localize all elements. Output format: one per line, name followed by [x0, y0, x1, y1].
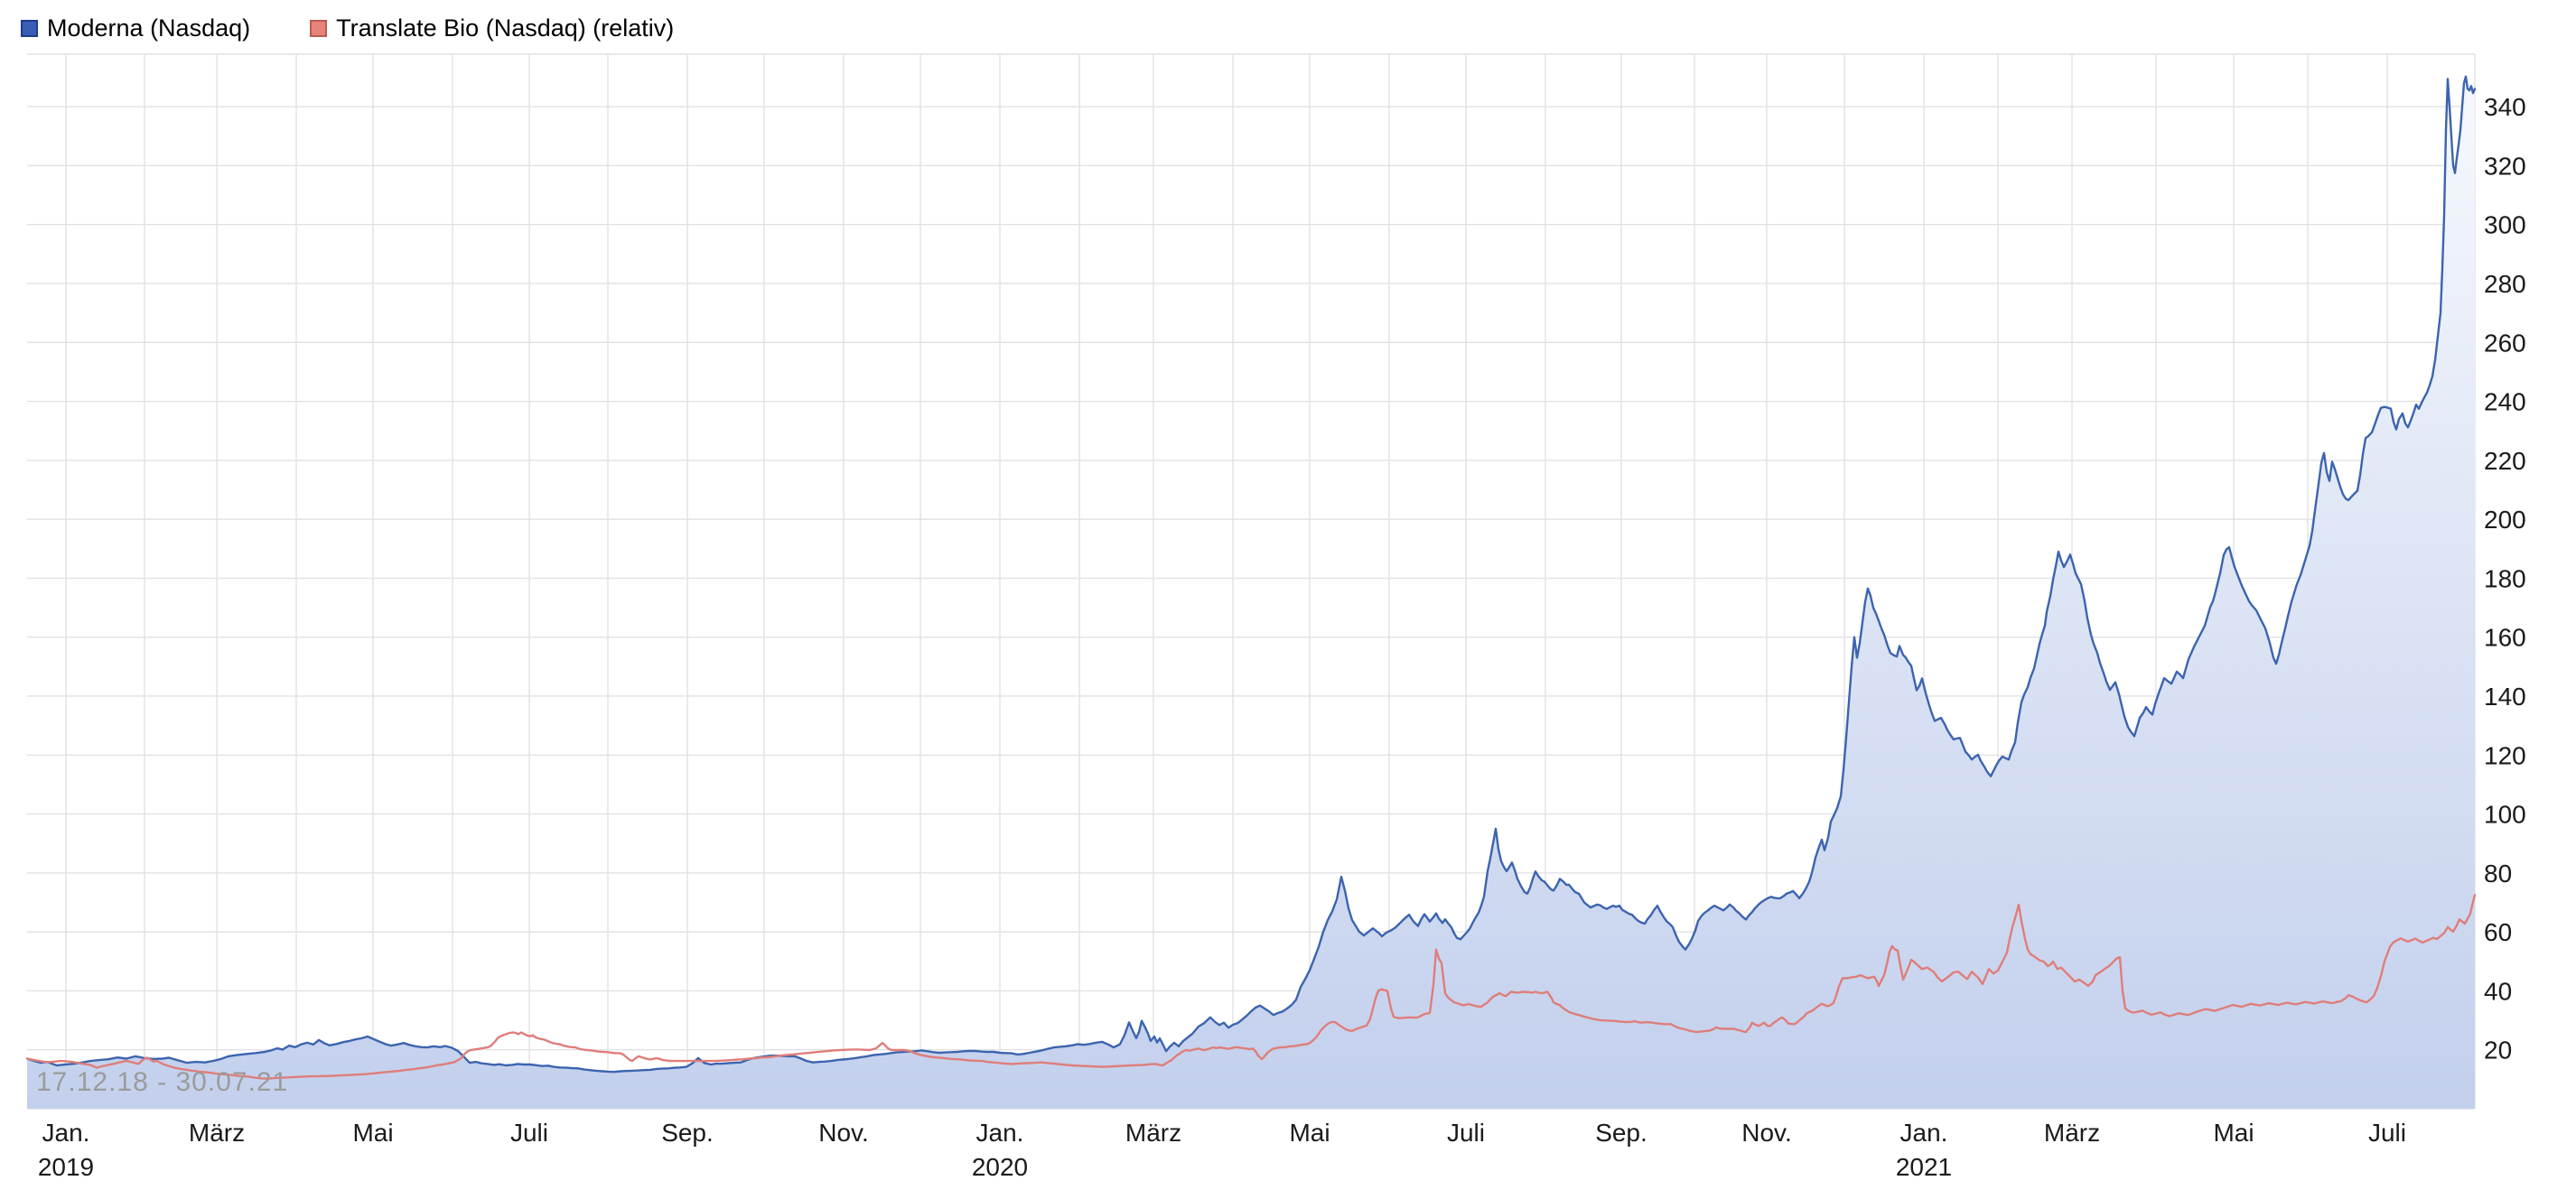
y-axis-label: 260	[2484, 329, 2526, 357]
x-axis-year-label: 2019	[38, 1153, 94, 1181]
date-range-label: 17.12.18 - 30.07.21	[36, 1067, 288, 1098]
moderna-series-swatch-icon	[21, 20, 38, 37]
x-axis-month-label: Mai	[352, 1119, 393, 1147]
x-axis-month-label: Nov.	[1741, 1119, 1792, 1147]
x-axis-month-label: Nov.	[818, 1119, 869, 1147]
y-axis-label: 60	[2484, 918, 2512, 946]
legend-item-moderna: Moderna (Nasdaq)	[21, 14, 250, 42]
x-axis-year-label: 2020	[972, 1153, 1028, 1181]
y-axis-label: 40	[2484, 977, 2512, 1005]
x-axis-month-label: März	[189, 1119, 245, 1147]
chart-legend: Moderna (Nasdaq) Translate Bio (Nasdaq) …	[21, 14, 674, 42]
x-axis-month-label: Jan.	[1900, 1119, 1948, 1147]
y-axis-label: 80	[2484, 860, 2512, 888]
x-axis-month-label: März	[1125, 1119, 1181, 1147]
x-axis-month-label: Sep.	[661, 1119, 714, 1147]
y-axis-label: 340	[2484, 93, 2526, 121]
y-axis-label: 140	[2484, 683, 2526, 711]
price-chart-canvas: 20 40 60 80 100 120 140 160 180 200 220 240 260 280 30…	[0, 0, 2576, 1190]
legend-label-moderna: Moderna (Nasdaq)	[47, 14, 250, 42]
y-axis-label: 320	[2484, 152, 2526, 180]
x-axis-year-label: 2021	[1896, 1153, 1952, 1181]
x-axis-month-label: März	[2044, 1119, 2100, 1147]
x-axis-month-label: Juli	[1447, 1119, 1485, 1147]
y-axis-label: 200	[2484, 506, 2526, 534]
y-axis-label: 20	[2484, 1037, 2512, 1064]
x-axis-month-label: Mai	[1289, 1119, 1330, 1147]
y-axis-label: 120	[2484, 741, 2526, 769]
x-axis-month-label: Jan.	[976, 1119, 1024, 1147]
y-axis-label: 280	[2484, 270, 2526, 298]
legend-label-translate-bio: Translate Bio (Nasdaq) (relativ)	[336, 14, 674, 42]
y-axis-label: 240	[2484, 388, 2526, 416]
y-axis-label: 220	[2484, 447, 2526, 475]
y-axis-label: 160	[2484, 624, 2526, 652]
x-axis-month-label: Juli	[2368, 1119, 2406, 1147]
x-axis-month-label: Juli	[510, 1119, 548, 1147]
y-axis-label: 100	[2484, 801, 2526, 829]
legend-item-translate-bio: Translate Bio (Nasdaq) (relativ)	[310, 14, 674, 42]
stock-comparison-chart: 20 40 60 80 100 120 140 160 180 200 220 240 260 280 30…	[0, 0, 2576, 1190]
x-axis-month-label: Mai	[2213, 1119, 2254, 1147]
y-axis-label: 300	[2484, 211, 2526, 239]
translate-bio-series-swatch-icon	[310, 20, 327, 37]
y-axis-label: 180	[2484, 564, 2526, 592]
x-axis-month-label: Jan.	[42, 1119, 90, 1147]
x-axis-month-label: Sep.	[1595, 1119, 1647, 1147]
